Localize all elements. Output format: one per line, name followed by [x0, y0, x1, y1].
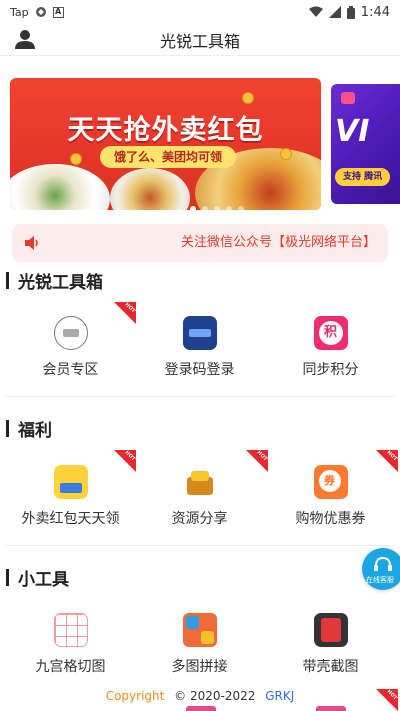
next-row-icon-peek [316, 706, 346, 711]
hot-tag: HOT [376, 689, 398, 711]
notice-bar[interactable]: 关注微信公众号【极光网络平台】 [12, 224, 388, 262]
banner-slide-takeout[interactable]: 天天抢外卖红包 饿了么、美团均可领 [10, 78, 321, 210]
grid-item-login-code[interactable]: 登录码登录 [133, 316, 266, 379]
grid-item-label: 带壳截图 [302, 659, 359, 675]
status-bar: Tap A 1:44 [0, 0, 400, 24]
status-time: 1:44 [360, 4, 390, 20]
section-title-text: 福利 [18, 421, 52, 441]
sync-icon [35, 7, 46, 17]
coin-icon [242, 92, 254, 104]
banner-side-text: VI [335, 114, 370, 149]
grid-item-label: 外卖红包天天领 [21, 511, 120, 527]
banner-slide-next[interactable]: VI 支持 腾讯 [331, 84, 400, 204]
grid-item-takeout-redpacket[interactable]: 外卖红包天天领 [4, 465, 137, 528]
food-plate-image [10, 164, 110, 210]
section-bar [6, 420, 9, 437]
page-title: 光锐工具箱 [159, 31, 240, 51]
grid-item-sync-points[interactable]: 同步积分 [264, 316, 397, 379]
grid-item-label: 九宫格切图 [35, 659, 106, 675]
food-plate-image [110, 168, 190, 210]
section-title-toolbox: 光锐工具箱 [6, 268, 103, 293]
footer-copyright: Copyright [105, 689, 165, 703]
speaker-icon [25, 236, 38, 250]
online-service-label: 在线客服 [366, 576, 394, 584]
hot-tag: HOT [376, 450, 398, 472]
notice-text: 关注微信公众号【极光网络平台】 [180, 235, 376, 250]
banner-side-pill: 支持 腾讯 [335, 168, 391, 186]
section-bar [6, 272, 9, 289]
grid-item-shopping-coupon[interactable]: 购物优惠券 [264, 465, 397, 528]
banner-carousel[interactable]: 天天抢外卖红包 饿了么、美团均可领 VI 支持 腾讯 [0, 70, 400, 218]
grid-item-label: 购物优惠券 [295, 511, 366, 527]
grid-item-image-collage[interactable]: 多图拼接 [133, 613, 266, 676]
coin-icon [70, 153, 82, 165]
footer: Copyright © 2020-2022 GRKJ [0, 689, 400, 703]
grid-item-label: 登录码登录 [164, 362, 235, 378]
banner-headline: 天天抢外卖红包 [67, 115, 264, 146]
divider [6, 396, 394, 397]
carousel-dot[interactable] [226, 206, 232, 210]
next-row-icon-peek [186, 706, 216, 711]
section-title-text: 光锐工具箱 [18, 273, 103, 293]
carousel-dot[interactable] [238, 206, 244, 210]
phone-frame-screenshot-icon [313, 613, 348, 647]
section-title-small-tools: 小工具 [6, 565, 69, 590]
carousel-indicator [190, 206, 244, 210]
grid-item-label: 会员专区 [42, 362, 99, 378]
grid-item-member-zone[interactable]: 会员专区 [4, 316, 137, 379]
login-code-icon [182, 316, 217, 350]
footer-brand: GRKJ [265, 689, 295, 703]
signal-icon [328, 6, 341, 18]
section-bar [6, 569, 9, 586]
wifi-icon [308, 6, 323, 17]
nine-grid-icon [53, 613, 88, 647]
puzzle-collage-icon [182, 613, 217, 647]
carousel-dot[interactable] [202, 206, 208, 210]
coupon-icon [313, 465, 348, 499]
banner-subline: 饿了么、美团均可领 [100, 146, 237, 168]
user-profile-icon[interactable] [14, 28, 36, 50]
carousel-dot[interactable] [214, 206, 220, 210]
grid-item-nine-grid[interactable]: 九宫格切图 [4, 613, 137, 676]
app-notification-icon: A [52, 6, 64, 18]
section-title-text: 小工具 [18, 570, 69, 590]
points-icon [313, 316, 348, 350]
treasure-chest-icon [183, 465, 217, 499]
battery-icon [346, 5, 355, 19]
status-tap-label: Tap [10, 5, 29, 19]
section-title-benefits: 福利 [6, 416, 52, 441]
divider [6, 545, 394, 546]
takeout-redpacket-icon [53, 465, 88, 499]
grid-item-label: 资源分享 [171, 511, 228, 527]
heart-icon [341, 92, 355, 104]
app-header: 光锐工具箱 [0, 24, 400, 56]
grid-item-resource-share[interactable]: 资源分享 [133, 465, 266, 528]
carousel-dot[interactable] [190, 206, 196, 210]
grid-item-label: 同步积分 [302, 362, 359, 378]
headset-icon [374, 556, 392, 571]
online-service-button[interactable]: 在线客服 [362, 548, 400, 590]
grid-item-label: 多图拼接 [171, 659, 228, 675]
coin-icon [280, 148, 292, 160]
grid-item-framed-screenshot[interactable]: 带壳截图 [264, 613, 397, 676]
footer-years: © 2020-2022 [174, 689, 256, 703]
member-badge-icon [53, 316, 88, 350]
